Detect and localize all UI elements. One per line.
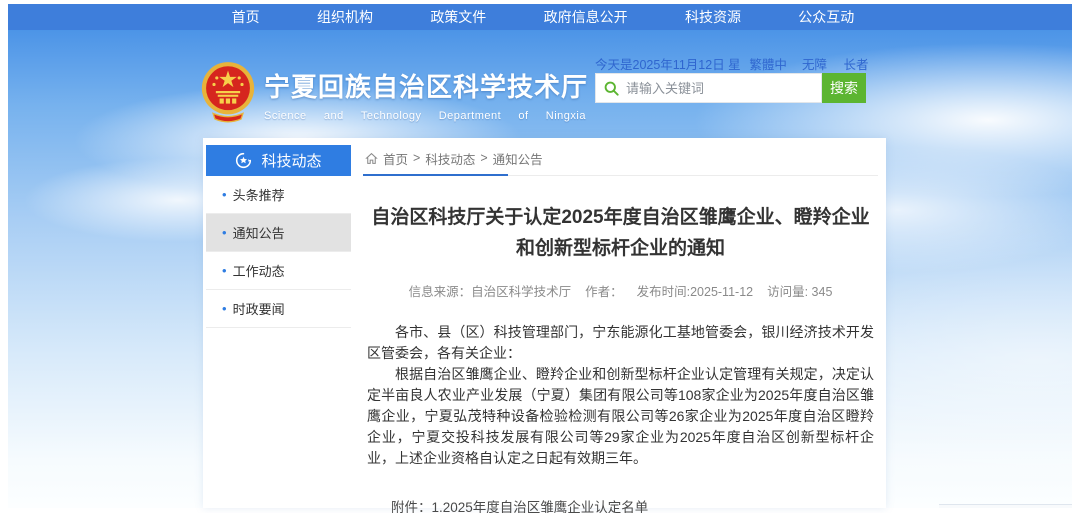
top-nav: 首页 组织机构 政策文件 政府信息公开 科技资源 公众互动: [8, 4, 1072, 30]
site-identity: 宁夏回族自治区科学技术厅 Science and Technology Depa…: [264, 67, 594, 122]
sidebar: 科技动态 • 头条推荐 • 通知公告 • 工作动态: [206, 145, 351, 328]
site-subtitle: Science and Technology Department of Nin…: [264, 110, 586, 122]
top-nav-list: 首页 组织机构 政策文件 政府信息公开 科技资源 公众互动: [203, 4, 883, 30]
subtitle-word: Department: [439, 110, 501, 122]
breadcrumb: 首页 > 科技动态 > 通知公告: [363, 145, 878, 171]
nav-item-gov-info[interactable]: 政府信息公开: [544, 7, 628, 27]
subtitle-word: of: [518, 110, 528, 122]
nav-item-organization[interactable]: 组织机构: [317, 7, 373, 27]
subtitle-word: and: [324, 110, 344, 122]
article-title-line2: 和创新型标杆企业的通知: [363, 233, 878, 264]
sidebar-item-label: 头条推荐: [233, 185, 285, 204]
subtitle-word: Technology: [361, 110, 422, 122]
nav-item-public-interaction[interactable]: 公众互动: [798, 7, 854, 27]
sky-background: 宁夏回族自治区科学技术厅 Science and Technology Depa…: [8, 30, 1072, 508]
article-paragraph: 各市、县（区）科技管理部门，宁东能源化工基地管委会，银川经济技术开发区管委会，各…: [367, 322, 874, 364]
bottom-peek-element: [939, 504, 1072, 508]
national-emblem-logo: [200, 59, 256, 123]
breadcrumb-scitech-news[interactable]: 科技动态: [425, 149, 475, 168]
sidebar-item-label: 时政要闻: [233, 299, 285, 318]
content-panel: 科技动态 • 头条推荐 • 通知公告 • 工作动态: [203, 138, 886, 508]
meta-publish-time: 发布时间:2025-11-12: [637, 281, 754, 300]
meta-source: 信息来源：自治区科学技术厅: [409, 281, 572, 300]
sidebar-item-political-news[interactable]: • 时政要闻: [206, 290, 351, 328]
bullet-icon: •: [222, 225, 227, 240]
page: 首页 组织机构 政策文件 政府信息公开 科技资源 公众互动 宁: [0, 0, 1080, 513]
sidebar-item-label: 工作动态: [233, 261, 285, 280]
article-title: 自治区科技厅关于认定2025年度自治区雏鹰企业、瞪羚企业 和创新型标杆企业的通知: [363, 202, 878, 265]
nav-item-sci-resources[interactable]: 科技资源: [685, 7, 741, 27]
attachments-block: 附件： 1.2025年度自治区雏鹰企业认定名单 2.2025年度自治区瞪羚企业认…: [363, 497, 878, 513]
search-row: 搜索: [595, 73, 866, 103]
breadcrumb-home[interactable]: 首页: [383, 149, 408, 168]
sidebar-header: 科技动态: [206, 145, 351, 176]
bullet-icon: •: [222, 263, 227, 278]
sidebar-menu: • 头条推荐 • 通知公告 • 工作动态 • 时政要闻: [206, 176, 351, 328]
meta-author: 作者：: [585, 281, 623, 300]
breadcrumb-separator: >: [480, 151, 487, 165]
article-body: 各市、县（区）科技管理部门，宁东能源化工基地管委会，银川经济技术开发区管委会，各…: [363, 322, 878, 469]
nav-item-policy-docs[interactable]: 政策文件: [430, 7, 486, 27]
bullet-icon: •: [222, 187, 227, 202]
breadcrumb-separator: >: [413, 151, 420, 165]
site-title: 宁夏回族自治区科学技术厅: [264, 67, 594, 104]
sidebar-item-label: 通知公告: [233, 223, 285, 242]
search-input[interactable]: [626, 81, 813, 96]
breadcrumb-notices[interactable]: 通知公告: [493, 149, 543, 168]
sidebar-item-work-trends[interactable]: • 工作动态: [206, 252, 351, 290]
attachments-label: 附件：: [391, 497, 432, 513]
meta-visits: 访问量: 345: [767, 281, 832, 300]
subtitle-word: Science: [264, 110, 307, 122]
article-meta: 信息来源：自治区科学技术厅 作者： 发布时间:2025-11-12 访问量: 3…: [363, 281, 878, 300]
article-title-line1: 自治区科技厅关于认定2025年度自治区雏鹰企业、瞪羚企业: [363, 202, 878, 233]
home-icon: [365, 152, 378, 165]
nav-item-home[interactable]: 首页: [232, 7, 260, 27]
search-icon: [604, 81, 619, 96]
article-paragraph: 根据自治区雏鹰企业、瞪羚企业和创新型标杆企业认定管理有关规定，决定认定半亩良人农…: [367, 364, 874, 469]
sidebar-title: 科技动态: [261, 150, 321, 171]
subtitle-word: Ningxia: [546, 110, 586, 122]
main-column: 首页 > 科技动态 > 通知公告 自治区科技厅关于认定2025年度自治区雏鹰企业…: [363, 145, 878, 513]
bullet-icon: •: [222, 301, 227, 316]
attachment-link-eagle-list[interactable]: 1.2025年度自治区雏鹰企业认定名单: [432, 497, 689, 513]
attachments-list: 1.2025年度自治区雏鹰企业认定名单 2.2025年度自治区瞪羚企业认定名单 …: [432, 497, 689, 513]
sidebar-item-headlines[interactable]: • 头条推荐: [206, 176, 351, 214]
breadcrumb-underline: [363, 171, 878, 176]
dynamic-star-icon: [235, 152, 252, 169]
search-button[interactable]: 搜索: [822, 73, 866, 103]
sidebar-item-notices[interactable]: • 通知公告: [206, 214, 351, 252]
search-box: [595, 73, 822, 103]
